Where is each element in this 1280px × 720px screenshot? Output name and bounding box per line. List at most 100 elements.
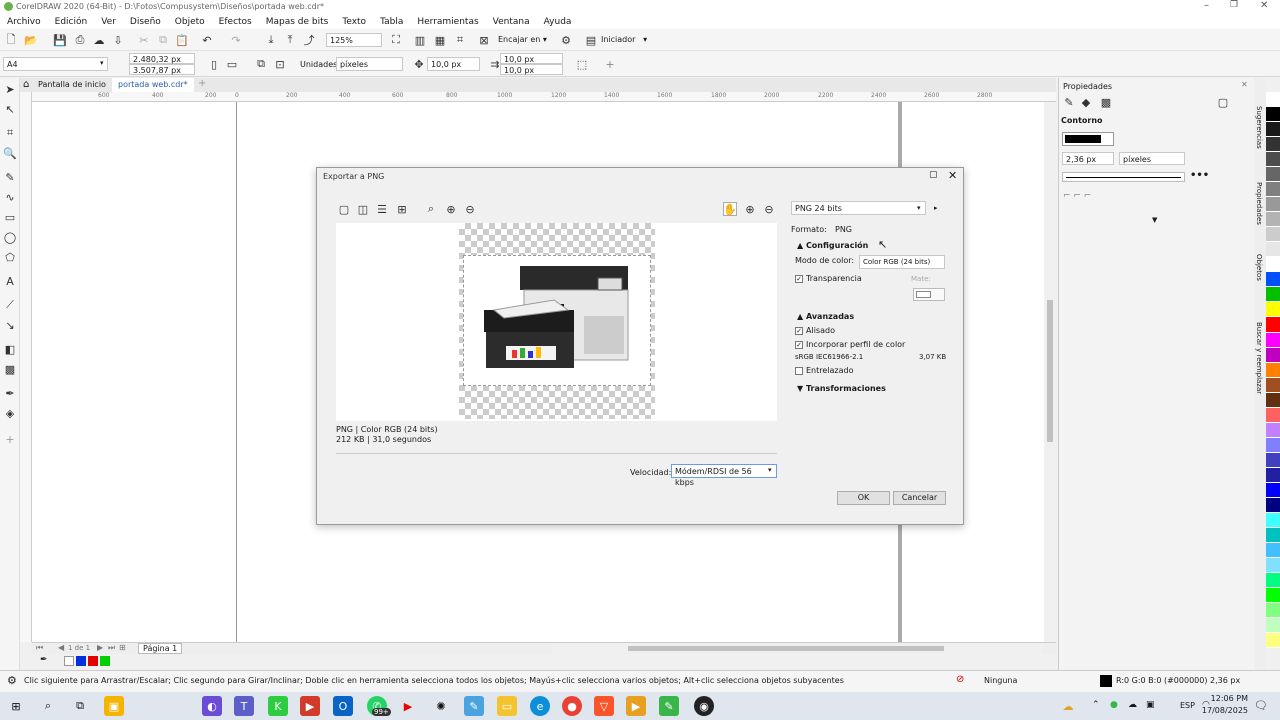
- add-tool-icon[interactable]: +: [3, 432, 17, 446]
- preset-select[interactable]: PNG 24 bits: [791, 201, 926, 215]
- palette-swatch[interactable]: [1266, 603, 1280, 619]
- parallel-dimension-icon[interactable]: ⟋: [3, 298, 17, 312]
- advanced-section[interactable]: ▲ Avanzadas: [797, 312, 854, 321]
- export-preview[interactable]: [336, 223, 777, 421]
- redo-icon[interactable]: ↷: [229, 33, 243, 47]
- edge-icon[interactable]: e: [530, 696, 550, 716]
- first-page-icon[interactable]: ⏮: [36, 643, 43, 653]
- options-gear-icon[interactable]: ⚙: [559, 33, 573, 47]
- palette-swatch[interactable]: [1266, 152, 1280, 168]
- zoom-in-icon[interactable]: ⊕: [444, 202, 458, 216]
- palette-swatch[interactable]: [1266, 392, 1280, 408]
- ellipse-tool-icon[interactable]: ◯: [3, 230, 17, 244]
- antialias-checkbox[interactable]: ✓ Alisado: [795, 326, 835, 335]
- color-mode-select[interactable]: Color RGB (24 bits): [859, 255, 945, 269]
- k-app-icon[interactable]: K: [268, 696, 288, 716]
- zoom-fit-icon[interactable]: ⌕: [424, 202, 438, 216]
- outline-color-picker[interactable]: [1062, 132, 1114, 146]
- menu-efectos[interactable]: Efectos: [219, 17, 252, 27]
- tab-document[interactable]: portada web.cdr*: [112, 78, 194, 92]
- duplicate-y-input[interactable]: 10,0 px: [500, 64, 563, 75]
- palette-swatch[interactable]: [1266, 122, 1280, 138]
- zoom-out-icon[interactable]: ⊖: [463, 202, 477, 216]
- drop-shadow-icon[interactable]: ◧: [3, 342, 17, 356]
- launch-dropdown[interactable]: Iniciador ▾: [601, 35, 647, 44]
- outlook-icon[interactable]: O: [333, 696, 353, 716]
- palette-swatch[interactable]: [1266, 287, 1280, 303]
- tray-app-icon[interactable]: ●: [1110, 700, 1118, 710]
- eyedropper-icon[interactable]: ✒: [3, 386, 17, 400]
- line-style-select[interactable]: [1062, 172, 1185, 182]
- landscape-icon[interactable]: ▭: [225, 57, 239, 71]
- palette-swatch[interactable]: [1266, 497, 1280, 513]
- restore-button[interactable]: ❐: [1230, 0, 1238, 10]
- pen-app-icon[interactable]: ✎: [464, 696, 484, 716]
- palette-swatch[interactable]: [1266, 377, 1280, 393]
- palette-swatch[interactable]: [1266, 618, 1280, 634]
- no-color-swatch[interactable]: [64, 656, 74, 666]
- print-icon[interactable]: ⎙: [73, 33, 87, 47]
- horizontal-scrollbar[interactable]: [552, 644, 1042, 653]
- preview-zoom-out-icon[interactable]: ⊖: [762, 202, 776, 216]
- swatch-red[interactable]: [88, 656, 98, 666]
- palette-swatch[interactable]: [1266, 92, 1280, 108]
- horizontal-scroll-thumb[interactable]: [628, 646, 944, 651]
- coreldraw-taskbar-icon[interactable]: ✎: [659, 696, 679, 716]
- dialog-maximize-icon[interactable]: ▢: [929, 170, 938, 180]
- config-section[interactable]: ▲ Configuración: [797, 241, 868, 250]
- chrome-icon[interactable]: ●: [562, 696, 582, 716]
- tab-home[interactable]: Pantalla de inicio: [38, 80, 106, 89]
- transparency-tool-icon[interactable]: ▩: [3, 362, 17, 376]
- palette-swatch[interactable]: [1266, 227, 1280, 243]
- split-vertical-icon[interactable]: ◫: [356, 202, 370, 216]
- youtube-icon[interactable]: ▶: [398, 696, 418, 716]
- publish-pdf-icon[interactable]: ⤴: [302, 33, 316, 47]
- palette-swatch[interactable]: [1266, 212, 1280, 228]
- matte-color-picker[interactable]: [913, 288, 945, 301]
- new-tab-icon[interactable]: +: [198, 78, 206, 89]
- undo-icon[interactable]: ↶: [200, 33, 214, 47]
- vertical-scroll-thumb[interactable]: [1047, 300, 1053, 442]
- tray-chevron-icon[interactable]: ⌃: [1092, 700, 1100, 710]
- menu-tabla[interactable]: Tabla: [380, 17, 403, 27]
- minimize-button[interactable]: –: [1204, 0, 1220, 11]
- fill-icon[interactable]: ◆: [1079, 95, 1093, 109]
- outline-width-input[interactable]: 2,36 px: [1062, 152, 1114, 165]
- brave-icon[interactable]: ▽: [594, 696, 614, 716]
- zoom-tool-icon[interactable]: 🔍: [3, 146, 17, 160]
- nudge-distance-input[interactable]: 10,0 px: [427, 57, 480, 71]
- palette-swatch[interactable]: [1266, 467, 1280, 483]
- palette-swatch[interactable]: [1266, 107, 1280, 123]
- single-preview-icon[interactable]: ▢: [337, 202, 351, 216]
- rectangle-tool-icon[interactable]: ▭: [3, 210, 17, 224]
- transparency-icon[interactable]: ▩: [1099, 95, 1113, 109]
- dialog-close-icon[interactable]: ✕: [948, 169, 957, 182]
- copy-icon[interactable]: ⧉: [156, 33, 170, 47]
- outline-pen-icon[interactable]: ✎: [1062, 95, 1076, 109]
- weather-icon[interactable]: ☁: [1058, 696, 1078, 716]
- open-folder-icon[interactable]: 📂: [24, 33, 38, 47]
- menu-texto[interactable]: Texto: [342, 17, 366, 27]
- palette-swatch[interactable]: [1266, 347, 1280, 363]
- close-window-button[interactable]: ✕: [1260, 0, 1268, 11]
- palette-swatch[interactable]: [1266, 452, 1280, 468]
- palette-swatch[interactable]: [1266, 272, 1280, 288]
- tray-cloud-icon[interactable]: ☁: [1128, 700, 1137, 710]
- clock-date[interactable]: 17/08/2025: [1200, 706, 1248, 715]
- cancel-button[interactable]: Cancelar: [893, 491, 946, 505]
- palette-swatch[interactable]: [1266, 407, 1280, 423]
- palette-swatch[interactable]: [1266, 527, 1280, 543]
- interlaced-checkbox[interactable]: Entrelazado: [795, 366, 854, 375]
- frame-icon[interactable]: ▢: [1216, 95, 1230, 109]
- import-icon[interactable]: ⤓: [264, 33, 278, 47]
- obs-icon[interactable]: ◉: [694, 696, 714, 716]
- menu-objeto[interactable]: Objeto: [175, 17, 205, 27]
- transforms-section[interactable]: ▼ Transformaciones: [797, 384, 886, 393]
- ok-button[interactable]: OK: [837, 491, 890, 505]
- menu-mapas-de-bits[interactable]: Mapas de bits: [266, 17, 329, 27]
- palette-swatch[interactable]: [1266, 588, 1280, 604]
- paste-icon[interactable]: 📋: [175, 33, 189, 47]
- eyedropper-palette-icon[interactable]: ✒: [40, 655, 48, 665]
- home-icon[interactable]: ⌂: [23, 79, 29, 90]
- outline-unit-select[interactable]: píxeles: [1119, 152, 1185, 165]
